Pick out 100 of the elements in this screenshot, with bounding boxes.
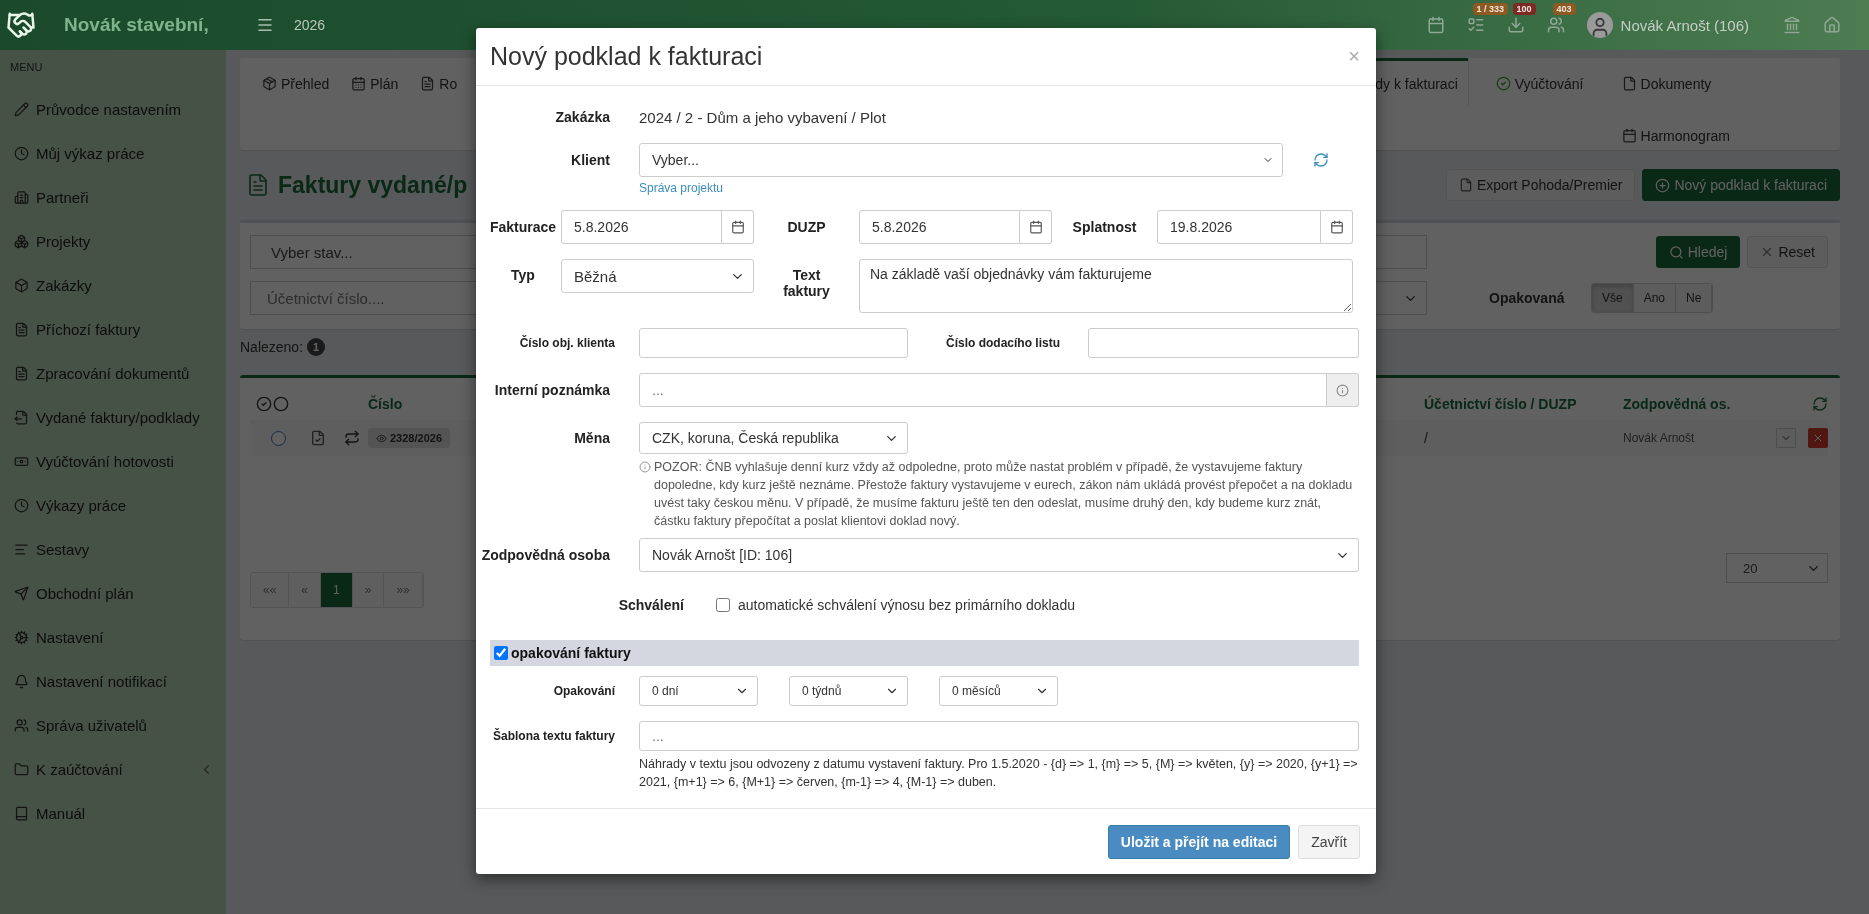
toggle-option[interactable]: Ano xyxy=(1633,284,1677,312)
row-radio[interactable] xyxy=(270,430,286,446)
delete-button[interactable] xyxy=(1808,428,1828,448)
sidebar-item[interactable]: Příchozí faktury xyxy=(0,307,226,351)
project-link[interactable]: Správa projektu xyxy=(639,181,724,195)
currency-select[interactable]: CZK, koruna, Česká republika xyxy=(639,422,908,454)
cube-icon xyxy=(262,76,277,91)
field-label: Splatnost xyxy=(1072,219,1137,235)
sidebar-item[interactable]: Sestavy xyxy=(0,527,226,571)
calendar-button[interactable] xyxy=(722,210,754,244)
toolbar-icon-button[interactable] xyxy=(1506,16,1525,34)
save-button[interactable]: Uložit a přejít na editaci xyxy=(1107,824,1291,859)
toggle-option[interactable]: Ne xyxy=(1676,284,1713,312)
tab[interactable]: Plán xyxy=(341,58,409,106)
type-select[interactable]: Běžná xyxy=(561,259,754,293)
sidebar-item[interactable]: Můj výkaz práce xyxy=(0,131,226,175)
responsible-select[interactable]: Novák Arnošt [ID: 106] xyxy=(639,538,1359,572)
toggle-option[interactable]: Vše xyxy=(1592,284,1634,312)
new-invoice-button[interactable]: Nový podklad k fakturaci xyxy=(1642,169,1840,201)
tab[interactable]: Ro xyxy=(410,58,468,106)
client-select[interactable]: Vyber... xyxy=(639,143,1283,177)
date-field[interactable]: 5.8.2026 xyxy=(859,210,1020,244)
interval-select[interactable]: 0 týdnů xyxy=(789,676,908,706)
sidebar-item[interactable]: Obchodní plán xyxy=(0,571,226,615)
client-order-field[interactable] xyxy=(639,328,908,358)
toolbar-icon-button[interactable] xyxy=(1823,16,1841,34)
approval-checkbox[interactable] xyxy=(716,598,730,612)
tab[interactable]: Přehled xyxy=(252,58,340,106)
date-field[interactable]: 19.8.2026 xyxy=(1157,210,1321,244)
tab[interactable]: Vyúčtování xyxy=(1485,58,1594,106)
field-label: Fakturace xyxy=(489,219,557,235)
invoice-text-field[interactable]: Na základě vaší objednávky vám fakturujeme xyxy=(859,259,1353,313)
search-button[interactable]: Hledej xyxy=(1655,236,1741,268)
export-button[interactable]: Export Pohoda/Premier xyxy=(1445,169,1636,201)
sidebar-item[interactable]: Partneři xyxy=(0,175,226,219)
interval-select[interactable]: 0 dní xyxy=(639,676,758,706)
circle-icon xyxy=(273,396,289,412)
toolbar-icon-button[interactable] xyxy=(1426,16,1445,34)
tab[interactable]: Dokumenty xyxy=(1611,58,1740,106)
sidebar-item[interactable]: Nastavení xyxy=(0,615,226,659)
page-link[interactable]: 1 xyxy=(321,573,353,607)
sidebar-item[interactable]: Zakázky xyxy=(0,263,226,307)
sidebar-item[interactable]: Nastavení notifikací xyxy=(0,659,226,703)
field-label: Interní poznámka xyxy=(493,382,611,398)
document-icon xyxy=(14,321,29,337)
sidebar-item[interactable]: Výkazy práce xyxy=(0,483,226,527)
repeat-checkbox[interactable] xyxy=(494,646,508,660)
template-field[interactable]: ... xyxy=(639,721,1359,751)
field-label: Text faktury xyxy=(782,266,831,299)
file-icon xyxy=(1621,76,1637,91)
menu-button[interactable] xyxy=(256,16,274,34)
delivery-note-field[interactable] xyxy=(1088,328,1359,358)
date-field[interactable]: 5.8.2026 xyxy=(561,210,722,244)
clock-icon xyxy=(14,497,29,513)
book-icon xyxy=(14,805,29,821)
page-size-select[interactable]: 20 xyxy=(1726,553,1828,583)
home-icon xyxy=(1823,16,1841,34)
handshake-icon xyxy=(6,10,36,40)
interval-select[interactable]: 0 měsíců xyxy=(939,676,1058,706)
page-title: Faktury vydané/p xyxy=(278,171,468,199)
reset-button[interactable]: Reset xyxy=(1747,236,1828,268)
sidebar-item[interactable]: Průvodce nastavením xyxy=(0,87,226,131)
user-name[interactable]: Novák Arnošt (106) xyxy=(1620,16,1749,34)
toolbar-icon-button[interactable] xyxy=(1466,16,1485,34)
calendar-button[interactable] xyxy=(1321,210,1353,244)
sidebar-item[interactable]: Manuál xyxy=(0,791,226,835)
dropdown-button[interactable] xyxy=(1776,428,1796,448)
info-icon xyxy=(1336,383,1349,397)
calendar-icon xyxy=(1621,128,1637,143)
sidebar-item[interactable]: Správa uživatelů xyxy=(0,703,226,747)
sidebar-item[interactable]: K zaúčtování xyxy=(0,747,226,791)
invoice-number[interactable]: 2328/2026 xyxy=(368,428,450,448)
brand-name: Novák stavební, xyxy=(64,14,210,36)
check-circle-icon xyxy=(256,396,272,412)
box-icon xyxy=(14,277,29,293)
field-label: Číslo obj. klienta xyxy=(518,336,616,350)
close-button[interactable]: Zavřít xyxy=(1298,824,1360,859)
sidebar-item[interactable]: Zpracování dokumentů xyxy=(0,351,226,395)
pencil-icon xyxy=(14,101,29,117)
refresh-button[interactable] xyxy=(1313,152,1329,168)
order-value: 2024 / 2 - Dům a jeho vybavení / Plot xyxy=(639,108,886,126)
sidebar-item[interactable]: Projekty xyxy=(0,219,226,263)
repeat-icon xyxy=(344,430,360,446)
table-cell-text: / xyxy=(1424,430,1429,446)
year-label: 2026 xyxy=(294,17,326,33)
list-icon xyxy=(14,541,29,557)
calendar-button[interactable] xyxy=(1020,210,1052,244)
close-button[interactable]: × xyxy=(1348,45,1360,68)
plus-icon xyxy=(1655,177,1671,193)
avatar[interactable] xyxy=(1586,12,1613,38)
toolbar-icon-button[interactable] xyxy=(1783,16,1801,34)
tab[interactable]: Harmonogram xyxy=(1611,110,1740,158)
field-label: Šablona textu faktury xyxy=(491,729,616,743)
download-icon xyxy=(1506,16,1525,34)
toolbar-icon-button[interactable] xyxy=(1546,16,1565,34)
internal-note-field[interactable]: ... xyxy=(639,373,1327,407)
clock-icon xyxy=(14,145,29,161)
sidebar-item[interactable]: Vydané faktury/podklady xyxy=(0,395,226,439)
search-icon xyxy=(1668,244,1684,260)
sidebar-item[interactable]: Vyúčtování hotovosti xyxy=(0,439,226,483)
